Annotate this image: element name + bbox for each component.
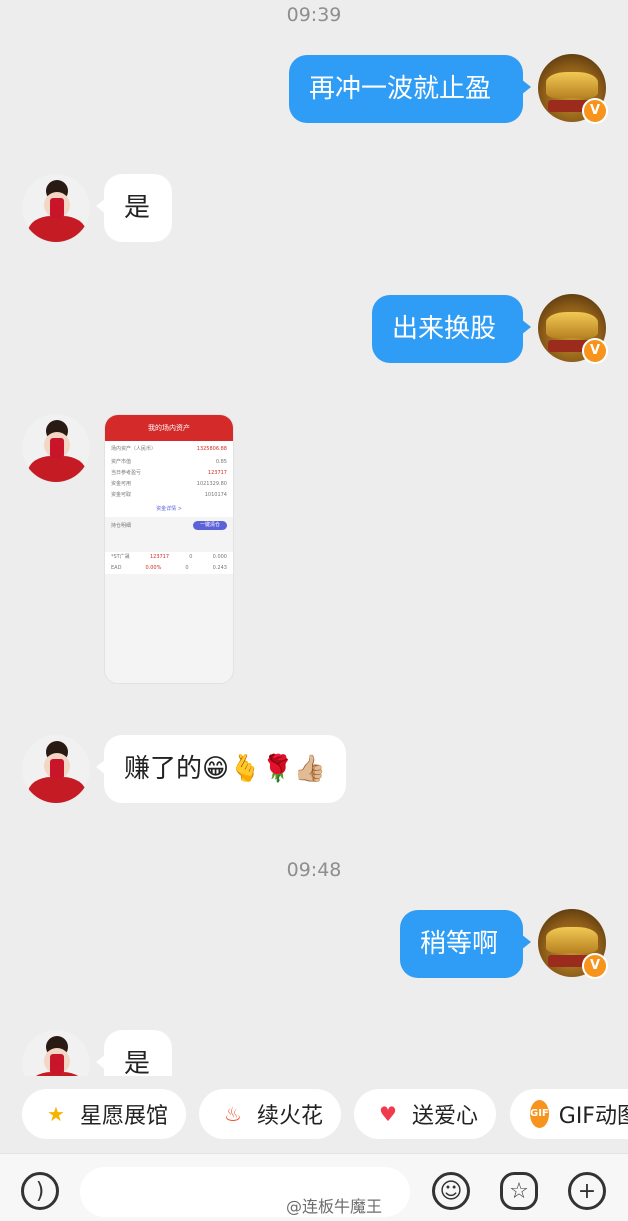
- avatar-phone: [50, 438, 64, 458]
- timestamp: 09:39: [286, 4, 342, 26]
- voice-button[interactable]: ): [21, 1172, 59, 1210]
- bull-statue-icon: [546, 72, 598, 98]
- heart-icon: ♥: [379, 1102, 397, 1126]
- screenshot-label: 场内资产（人民币）: [111, 446, 157, 452]
- avatar-phone: [50, 198, 64, 218]
- holding-qty: 0: [185, 565, 189, 571]
- avatar-phone: [50, 759, 64, 779]
- holding-pnl: 123717: [149, 554, 170, 560]
- screenshot-row: 资金可取 1010174: [105, 490, 233, 501]
- chat-area: 09:39 再冲一波就止盈 V 是 出来换股 V 我的场内资产 场内资产（人民币…: [0, 0, 628, 1076]
- quick-action-label: 续火花: [257, 1104, 324, 1129]
- quick-action-spark[interactable]: ♨ 续火花: [199, 1089, 342, 1139]
- verified-badge-icon: V: [582, 98, 608, 124]
- quick-action-heart[interactable]: ♥ 送爱心: [354, 1089, 497, 1139]
- avatar-dress: [28, 216, 86, 242]
- holding-pnl: 0.00%: [145, 565, 162, 571]
- verified-badge-icon: V: [582, 338, 608, 364]
- my-avatar[interactable]: V: [538, 909, 608, 979]
- screenshot-title: 我的场内资产: [105, 415, 233, 441]
- verified-badge-icon: V: [582, 953, 608, 979]
- holding-value: 0.000: [212, 554, 227, 560]
- quick-action-label: 送爱心: [412, 1104, 479, 1129]
- screenshot-label: 资产市值: [111, 459, 132, 465]
- screenshot-row: 资金可用 1021329.80: [105, 479, 233, 490]
- screenshot-value: 1021329.80: [196, 481, 227, 487]
- screenshot-label: 资金可取: [111, 492, 132, 498]
- holding-name: *ST广晟: [111, 554, 130, 560]
- screenshot-button: 一键清仓: [193, 521, 227, 530]
- quick-action-label: 星愿展馆: [80, 1104, 169, 1129]
- sticker-button[interactable]: ☆: [500, 1172, 538, 1210]
- image-message[interactable]: 我的场内资产 场内资产（人民币） 1325806.88 资产市值 0.85 当日参考…: [104, 414, 234, 684]
- quick-action-star-gallery[interactable]: ★ 星愿展馆: [22, 1089, 187, 1139]
- holding-name: EAD: [111, 565, 122, 571]
- screenshot-holding-row: *ST广晟 123717 0 0.000: [105, 552, 233, 563]
- watermark: @连板牛魔王: [286, 1197, 383, 1216]
- screenshot-value: 1010174: [204, 492, 227, 498]
- my-avatar[interactable]: V: [538, 294, 608, 364]
- contact-avatar[interactable]: [22, 414, 90, 482]
- more-button[interactable]: +: [568, 1172, 606, 1210]
- screenshot-label: 持仓明细: [111, 523, 132, 529]
- screenshot-value: 123717: [207, 470, 227, 476]
- screenshot-total: 场内资产（人民币） 1325806.88: [105, 441, 233, 457]
- screenshot-holdings: *ST广晟 123717 0 0.000 EAD 0.00% 0 0.243: [105, 552, 233, 574]
- contact-avatar[interactable]: [22, 1030, 90, 1076]
- screenshot-holding-row: EAD 0.00% 0 0.243: [105, 563, 233, 574]
- gif-icon: GIF: [530, 1100, 549, 1128]
- my-avatar[interactable]: V: [538, 54, 608, 124]
- screenshot-row: 当日参考盈亏 123717: [105, 468, 233, 479]
- screenshot-value: 1325806.88: [196, 446, 227, 452]
- screenshot-value: 0.85: [215, 459, 227, 465]
- message-bubble-sent[interactable]: 稍等啊: [400, 910, 531, 978]
- sticker-icon: ☆: [509, 1178, 529, 1204]
- quick-action-label: GIF动图: [558, 1104, 628, 1129]
- holding-value: 0.243: [212, 565, 227, 571]
- message-bubble-sent[interactable]: 再冲一波就止盈: [289, 55, 531, 123]
- holding-qty: 0: [189, 554, 193, 560]
- emoji-button[interactable]: ☺: [432, 1172, 470, 1210]
- contact-avatar[interactable]: [22, 735, 90, 803]
- quick-action-gif[interactable]: GIF GIF动图: [510, 1089, 628, 1139]
- star-icon: ★: [47, 1102, 65, 1126]
- message-bubble-received[interactable]: 是: [96, 174, 172, 242]
- voice-icon: ): [35, 1178, 45, 1204]
- smiley-icon: ☺: [439, 1178, 463, 1204]
- fire-icon: ♨: [224, 1102, 242, 1126]
- message-bubble-received[interactable]: 是: [96, 1030, 172, 1076]
- avatar-phone: [50, 1054, 64, 1074]
- screenshot-label: 资金可用: [111, 481, 132, 487]
- avatar-dress: [28, 456, 86, 482]
- screenshot-card: 场内资产（人民币） 1325806.88 资产市值 0.85 当日参考盈亏 12371…: [105, 441, 233, 517]
- bull-statue-icon: [546, 312, 598, 338]
- avatar-dress: [28, 777, 86, 803]
- screenshot-row: 资产市值 0.85: [105, 457, 233, 468]
- bull-statue-icon: [546, 927, 598, 953]
- plus-icon: +: [577, 1178, 597, 1204]
- contact-avatar[interactable]: [22, 174, 90, 242]
- screenshot-label: 当日参考盈亏: [111, 470, 142, 476]
- message-bubble-sent[interactable]: 出来换股: [372, 295, 531, 363]
- screenshot-link: 资金详情 >: [156, 506, 182, 512]
- message-bubble-received[interactable]: 赚了的😁🫰🌹👍🏼: [96, 735, 346, 803]
- timestamp: 09:48: [286, 859, 342, 881]
